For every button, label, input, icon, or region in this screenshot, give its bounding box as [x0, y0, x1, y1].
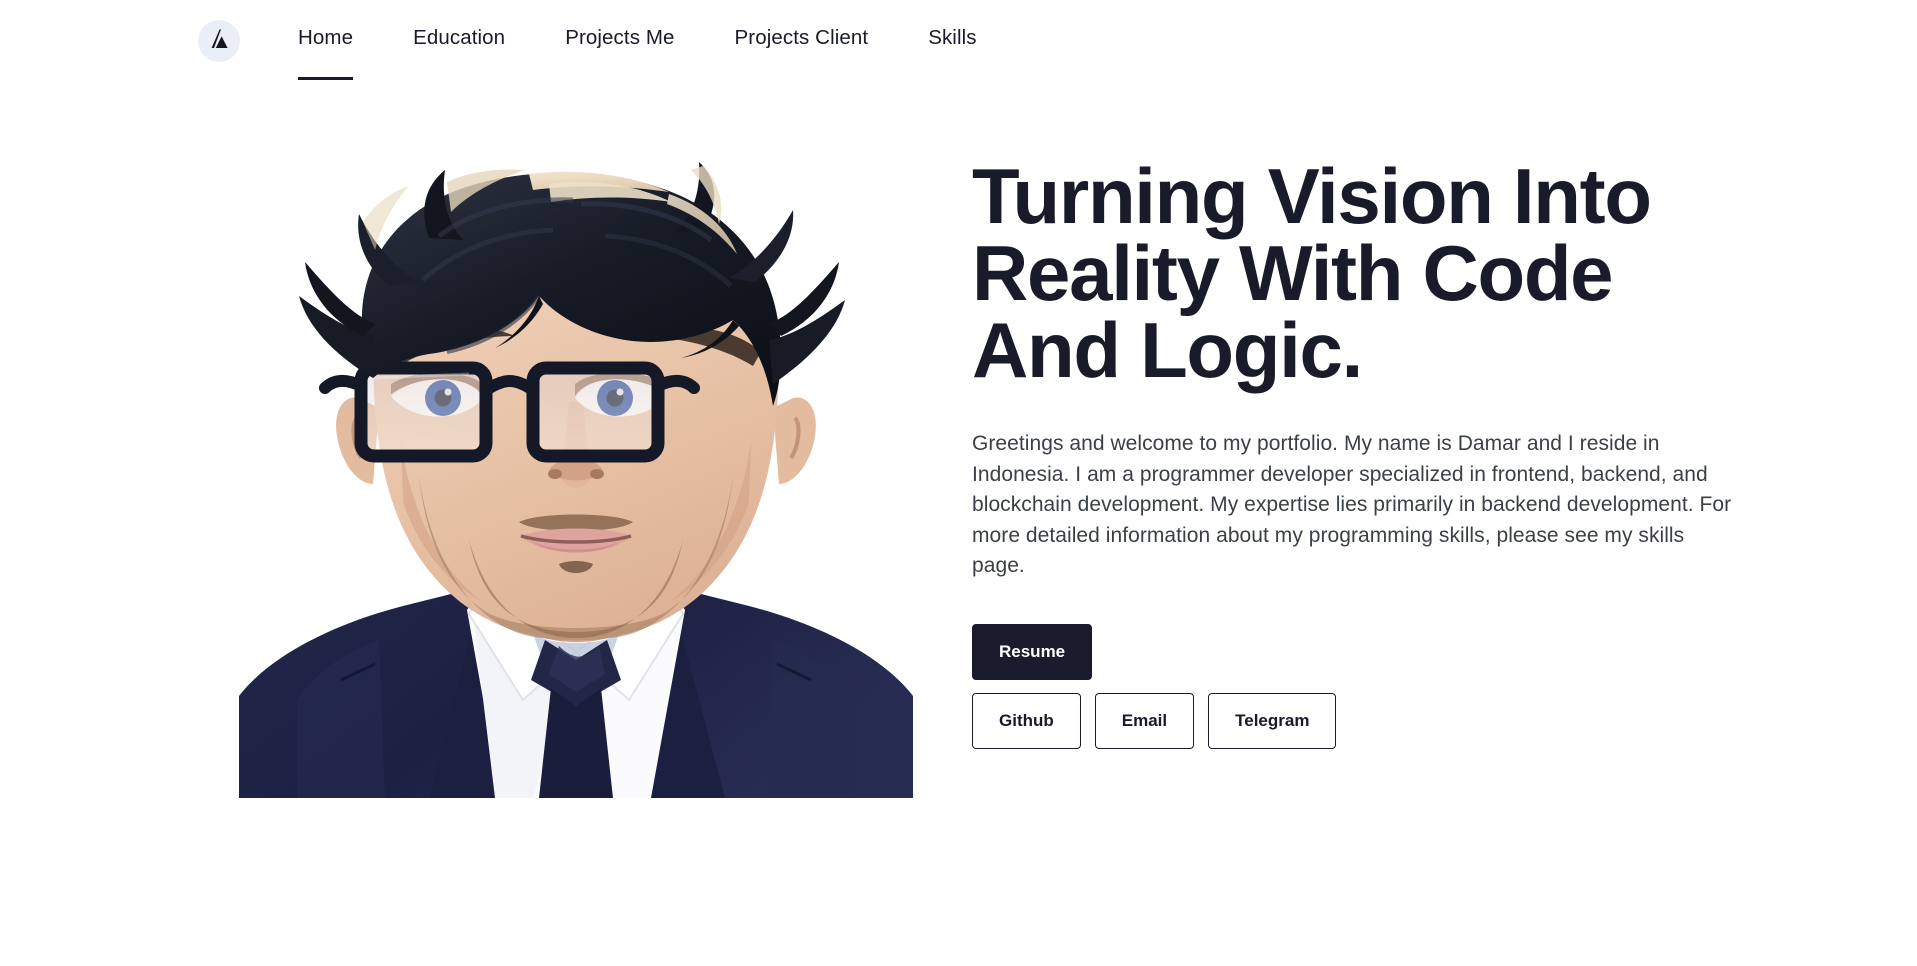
github-button[interactable]: Github	[972, 692, 1081, 749]
nav-item-home-label: Home	[298, 26, 354, 49]
hero-section: Turning Vision Into Reality With Code An…	[0, 84, 1917, 966]
nav-item-projects-me[interactable]: Projects Me	[535, 18, 704, 80]
nav-item-projects-client-label: Projects Client	[734, 26, 869, 49]
nav-item-education-label: Education	[413, 26, 506, 49]
hero-copy: Turning Vision Into Reality With Code An…	[972, 152, 1742, 749]
hero-portrait-image	[233, 140, 919, 798]
primary-action-row: Resume	[972, 623, 1742, 680]
nav-item-skills-label: Skills	[928, 26, 977, 49]
nav-item-education[interactable]: Education	[383, 18, 535, 80]
nav-item-projects-client[interactable]: Projects Client	[705, 18, 899, 80]
social-links-row: Github Email Telegram	[972, 692, 1742, 749]
nav-item-home[interactable]: Home	[268, 18, 383, 80]
site-logo[interactable]	[198, 20, 240, 62]
nav-links: Home Education Projects Me Projects Clie…	[268, 18, 1007, 80]
nav-active-indicator	[298, 77, 354, 80]
hero-description: Greetings and welcome to my portfolio. M…	[972, 432, 1732, 577]
nav-item-projects-me-label: Projects Me	[565, 26, 675, 49]
resume-button[interactable]: Resume	[972, 623, 1093, 680]
top-navigation-bar: Home Education Projects Me Projects Clie…	[0, 0, 1917, 84]
telegram-button[interactable]: Telegram	[1208, 692, 1337, 749]
page-title: Turning Vision Into Reality With Code An…	[972, 152, 1652, 394]
email-button[interactable]: Email	[1094, 692, 1195, 749]
stylized-a-logo-icon	[206, 26, 232, 57]
portfolio-page: Home Education Projects Me Projects Clie…	[0, 0, 1917, 966]
nav-item-skills[interactable]: Skills	[898, 18, 1006, 80]
